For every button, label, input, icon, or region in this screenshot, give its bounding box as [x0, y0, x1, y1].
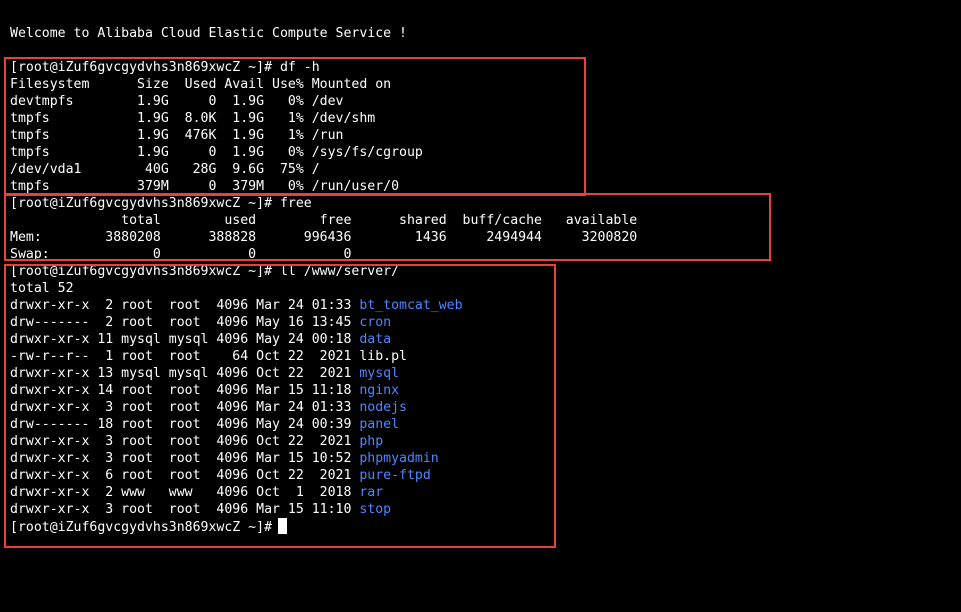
terminal-window[interactable]: Welcome to Alibaba Cloud Elastic Compute…	[0, 0, 961, 612]
highlight-box-df	[4, 57, 586, 196]
highlight-box-free	[4, 193, 771, 261]
highlight-box-ls	[4, 264, 556, 548]
welcome-message: Welcome to Alibaba Cloud Elastic Compute…	[10, 26, 407, 41]
